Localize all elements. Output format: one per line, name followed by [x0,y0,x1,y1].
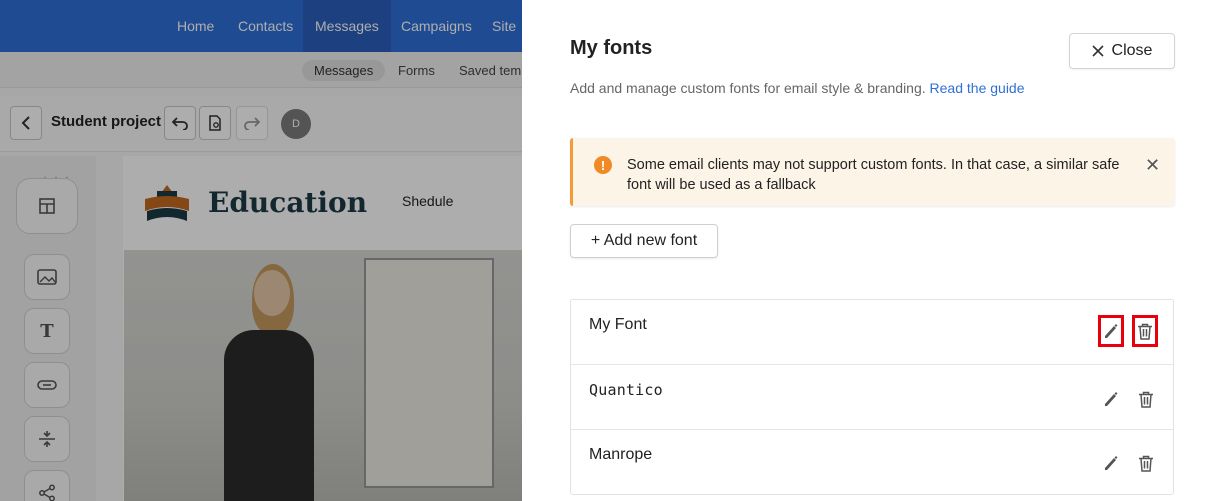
edit-font-button[interactable] [1098,447,1124,479]
font-name: Manrope [589,446,653,463]
edit-font-button[interactable] [1098,383,1124,415]
alert-message: Some email clients may not support custo… [627,157,1120,193]
delete-font-button[interactable] [1133,383,1159,415]
trash-icon [1139,455,1153,472]
font-name: My Font [589,316,647,333]
subtitle-text: Add and manage custom fonts for email st… [570,80,926,96]
background-app: Home Contacts Messages Campaigns Site Me… [0,0,522,501]
edit-font-button[interactable] [1098,315,1124,347]
pencil-icon [1105,456,1118,470]
font-row: My Font [571,300,1173,365]
alert-close-icon[interactable]: ✕ [1145,155,1160,176]
close-button[interactable]: Close [1069,33,1175,69]
my-fonts-drawer: My fonts Close Add and manage custom fon… [522,0,1225,501]
trash-icon [1138,323,1152,340]
read-guide-link[interactable]: Read the guide [930,80,1025,96]
font-row: Quantico [571,365,1173,430]
trash-icon [1139,391,1153,408]
font-list: My Font Quantico Manrope [570,299,1174,495]
warning-icon: ! [594,156,612,174]
pencil-icon [1105,392,1118,406]
add-new-font-button[interactable]: + Add new font [570,224,718,258]
drawer-title: My fonts [570,37,653,59]
font-row: Manrope [571,430,1173,494]
close-label: Close [1111,42,1153,59]
modal-overlay[interactable] [0,0,522,501]
pencil-icon [1105,324,1118,338]
drawer-subtitle: Add and manage custom fonts for email st… [570,80,1025,96]
close-icon [1091,45,1104,57]
warning-alert: ! Some email clients may not support cus… [570,138,1175,206]
delete-font-button[interactable] [1133,447,1159,479]
font-name: Quantico [589,381,663,399]
delete-font-button[interactable] [1132,315,1158,347]
